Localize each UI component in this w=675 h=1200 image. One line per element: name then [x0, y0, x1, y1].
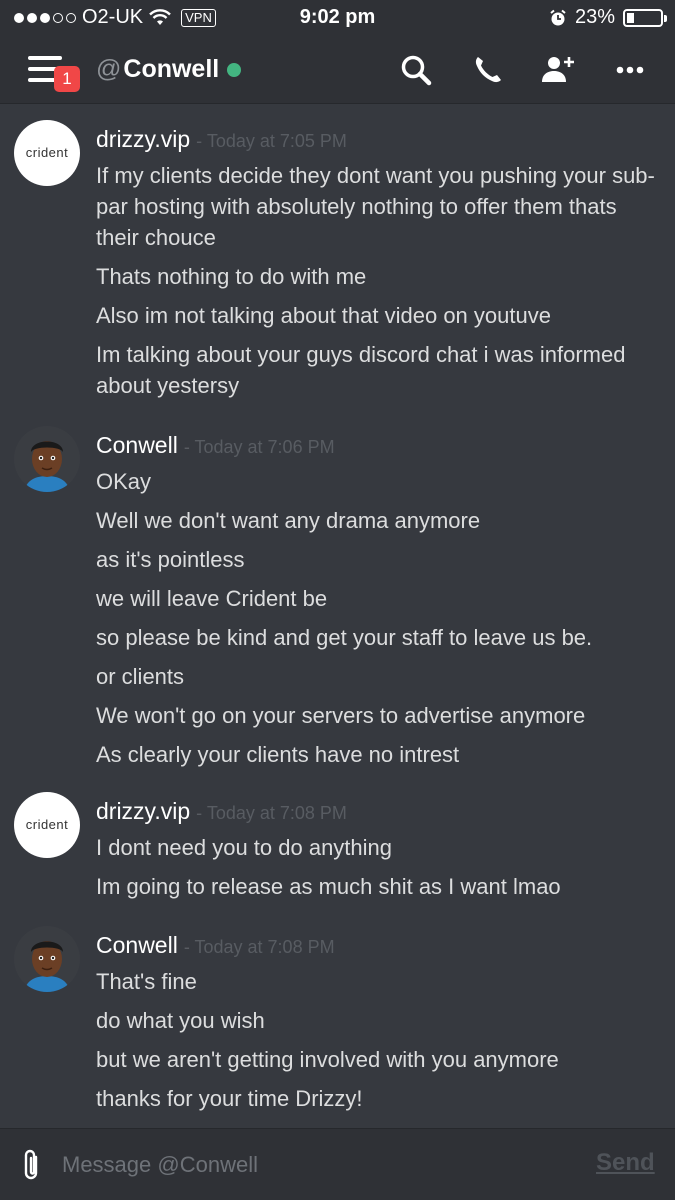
message-line: thanks for your time Drizzy!	[96, 1086, 363, 1111]
channel-name: Conwell	[123, 55, 220, 83]
avatar[interactable]: crident	[14, 120, 80, 186]
more-icon[interactable]	[612, 52, 648, 88]
message-line: Im talking about your guys discord chat …	[96, 342, 626, 398]
message-timestamp: - Today at 7:06 PM	[183, 437, 335, 457]
message-line: Also im not talking about that video on …	[96, 303, 551, 328]
attachment-icon[interactable]	[18, 1148, 46, 1184]
author-name[interactable]: drizzy.vip	[96, 126, 190, 152]
message-input[interactable]	[62, 1149, 572, 1181]
send-button[interactable]: Send	[596, 1149, 655, 1177]
battery-percent: 23%	[574, 6, 615, 28]
author-name[interactable]: Conwell	[96, 932, 178, 958]
avatar[interactable]: crident	[14, 792, 80, 858]
status-right: 23%	[549, 6, 667, 29]
message-line: Well we don't want any drama anymore	[96, 508, 481, 533]
message-line: If my clients decide they dont want you …	[96, 163, 655, 250]
at-symbol: @	[96, 55, 122, 83]
alarm-icon	[550, 9, 566, 25]
message-line: but we aren't getting involved with you …	[96, 1047, 559, 1072]
message-timestamp: - Today at 7:08 PM	[196, 803, 347, 823]
message-line: As clearly your clients have no intrest	[96, 742, 460, 767]
message-list[interactable]: crident drizzy.vip - Today at 7:05 PM If …	[0, 104, 675, 1128]
message-line: do what you wish	[96, 1008, 265, 1033]
channel-title: @ Conwell	[96, 55, 242, 84]
message-line: I dont need you to do anything	[96, 835, 393, 860]
message-timestamp: - Today at 7:05 PM	[196, 131, 347, 151]
bitmoji-avatar-icon	[14, 426, 80, 492]
message-line: as it's pointless	[96, 547, 245, 572]
message-line: so please be kind and get your staff to …	[96, 625, 593, 650]
add-friend-icon[interactable]	[540, 52, 576, 88]
message-line: That's fine	[96, 969, 197, 994]
author-name[interactable]: drizzy.vip	[96, 798, 190, 824]
avatar[interactable]	[14, 926, 80, 992]
avatar[interactable]	[14, 426, 80, 492]
message-line: Im going to release as much shit as I wa…	[96, 874, 561, 899]
message-line: or clients	[96, 664, 185, 689]
notification-badge: 1	[54, 66, 80, 92]
message-author: Conwell - Today at 7:08 PM	[96, 932, 335, 959]
message-line: OKay	[96, 469, 152, 494]
message-line: we will leave Crident be	[96, 586, 328, 611]
bitmoji-avatar-icon	[14, 926, 80, 992]
author-name[interactable]: Conwell	[96, 432, 178, 458]
battery-icon	[623, 8, 667, 27]
search-icon[interactable]	[398, 52, 434, 88]
message-author: drizzy.vip - Today at 7:08 PM	[96, 798, 347, 825]
message-timestamp: - Today at 7:08 PM	[183, 937, 335, 957]
battery-fill	[627, 12, 634, 23]
online-status-indicator	[227, 62, 242, 77]
message-line: We won't go on your servers to advertise…	[96, 703, 586, 728]
channel-header: 1 @ Conwell	[0, 36, 675, 104]
message-line: Thats nothing to do with me	[96, 264, 367, 289]
message-author: drizzy.vip - Today at 7:05 PM	[96, 126, 347, 153]
status-bar: O2-UK VPN 9:02 pm 23%	[0, 0, 675, 36]
message-author: Conwell - Today at 7:06 PM	[96, 432, 335, 459]
message-composer: Send	[0, 1128, 675, 1200]
phone-icon[interactable]	[470, 52, 506, 88]
